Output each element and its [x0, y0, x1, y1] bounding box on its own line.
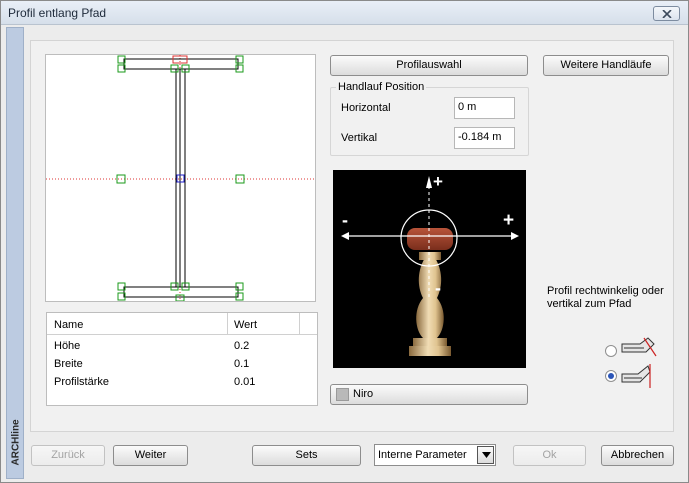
sets-button[interactable]: Sets — [252, 445, 361, 466]
parameters-select-value: Interne Parameter — [378, 449, 467, 461]
column-divider — [299, 313, 300, 335]
row-name: Breite — [54, 358, 83, 370]
row-value: 0.1 — [234, 358, 250, 370]
row-name: Höhe — [54, 340, 81, 352]
close-button[interactable] — [653, 6, 680, 21]
move-right-label: + — [503, 210, 515, 231]
profile-perpendicular-icon — [621, 337, 657, 357]
table-row[interactable]: Profilstärke 0.01 — [47, 374, 317, 392]
baluster-render — [341, 176, 519, 356]
table-header: Name Wert — [47, 313, 317, 335]
handrail-position-title: Handlauf Position — [336, 81, 427, 93]
move-left-label: - — [342, 210, 348, 230]
profile-select-button[interactable]: Profilauswahl — [330, 55, 528, 76]
material-swatch-icon — [336, 388, 349, 401]
row-value: 0.01 — [234, 376, 256, 388]
table-row[interactable]: Höhe 0.2 — [47, 338, 317, 356]
dropdown-button[interactable] — [477, 446, 494, 464]
brand-label: ARCHline — [10, 419, 22, 466]
profile-preview[interactable] — [45, 54, 316, 302]
column-divider — [227, 313, 228, 335]
horizontal-field[interactable]: 0 m — [454, 97, 515, 119]
table-row[interactable]: Breite 0.1 — [47, 356, 317, 374]
material-button[interactable]: Niro — [330, 384, 528, 405]
parameters-select[interactable]: Interne Parameter — [374, 444, 496, 466]
more-handrails-button[interactable]: Weitere Handläufe — [543, 55, 669, 76]
dropdown-arrow-icon — [482, 452, 491, 458]
window-title: Profil entlang Pfad — [8, 6, 107, 20]
next-button[interactable]: Weiter — [113, 445, 188, 466]
brand-strip: ARCHline — [6, 27, 24, 479]
column-header-value[interactable]: Wert — [234, 319, 257, 331]
properties-table[interactable]: Name Wert Höhe 0.2 Breite 0.1 Profilstär… — [46, 312, 318, 406]
orientation-note: Profil rechtwinkelig oder vertikal zum P… — [547, 285, 664, 310]
material-label: Niro — [353, 388, 374, 400]
handrail-3d-preview[interactable]: + - + - — [333, 170, 526, 368]
orientation-vertical-radio[interactable] — [605, 370, 617, 382]
move-down-label: - — [435, 278, 441, 298]
profile-vertical-icon — [621, 364, 651, 388]
close-icon — [662, 10, 672, 18]
vertical-label: Vertikal — [341, 132, 378, 144]
row-value: 0.2 — [234, 340, 250, 352]
column-header-name[interactable]: Name — [54, 319, 83, 331]
horizontal-label: Horizontal — [341, 102, 391, 114]
orientation-perpendicular-radio[interactable] — [605, 345, 617, 357]
profile-drawing — [46, 55, 315, 302]
cancel-button[interactable]: Abbrechen — [601, 445, 674, 466]
row-name: Profilstärke — [54, 376, 110, 388]
move-up-label: + — [433, 172, 443, 191]
ok-button[interactable]: Ok — [513, 445, 586, 466]
back-button[interactable]: Zurück — [31, 445, 105, 466]
title-bar: Profil entlang Pfad — [1, 1, 688, 25]
vertical-field[interactable]: -0.184 m — [454, 127, 515, 149]
